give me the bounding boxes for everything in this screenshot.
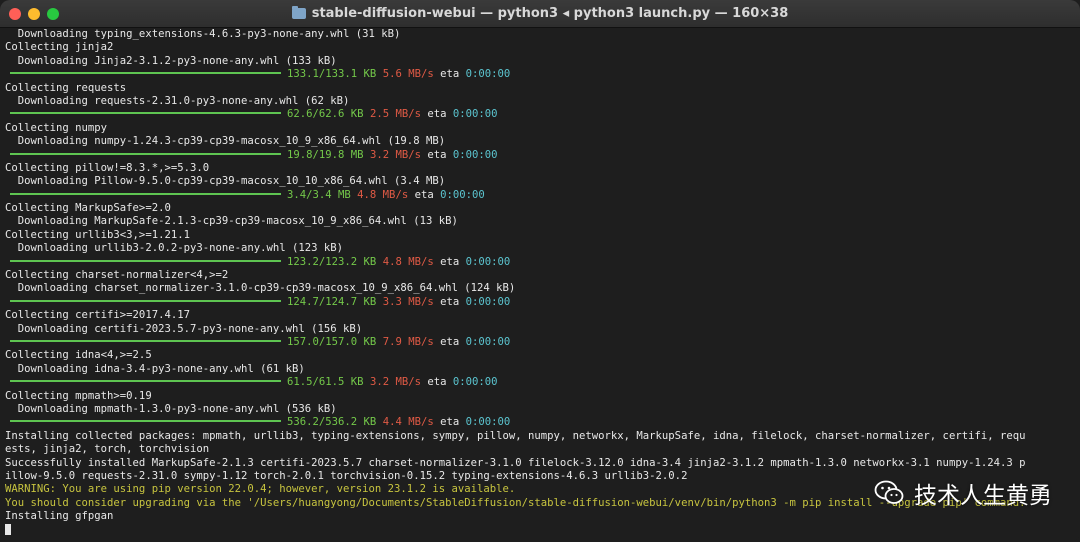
download-size: 133.1/133.1 KB [287,68,377,81]
progress-line: 157.0/157.0 KB 7.9 MB/s eta 0:00:00 [5,336,1075,349]
eta-value: 0:00:00 [440,188,485,201]
window-title-text: stable-diffusion-webui — python3 ◂ pytho… [311,6,789,21]
progress-bar [10,152,281,155]
eta-label: eta [440,68,460,81]
output-line: Downloading idna-3.4-py3-none-any.whl (6… [5,362,305,375]
download-speed: 7.9 MB/s [382,335,434,348]
download-speed: 4.8 MB/s [382,255,434,268]
folder-icon [291,6,306,19]
download-size: 62.6/62.6 KB [287,108,364,121]
progress-bar [10,339,281,342]
watermark: 技术人生黄勇 [874,476,1052,510]
output-line: Downloading Jinja2-3.1.2-py3-none-any.wh… [5,54,337,67]
progress-line: 19.8/19.8 MB 3.2 MB/s eta 0:00:00 [5,149,1075,162]
eta-label: eta [440,416,460,429]
download-speed: 4.8 MB/s [357,188,409,201]
progress-bar [10,299,281,302]
output-line: Downloading urllib3-2.0.2-py3-none-any.w… [5,242,344,255]
output-line: Downloading certifi-2023.5.7-py3-none-an… [5,322,363,335]
progress-line: 133.1/133.1 KB 5.6 MB/s eta 0:00:00 [5,68,1075,81]
progress-bar [10,72,281,75]
progress-line: 123.2/123.2 KB 4.8 MB/s eta 0:00:00 [5,256,1075,269]
output-line: Successfully installed MarkupSafe-2.1.3 … [5,456,1026,469]
eta-label: eta [440,335,460,348]
eta-label: eta [440,255,460,268]
download-size: 157.0/157.0 KB [287,335,377,348]
output-line: Collecting idna<4,>=2.5 [5,349,152,362]
progress-line: 3.4/3.4 MB 4.8 MB/s eta 0:00:00 [5,189,1075,202]
output-line: Downloading typing_extensions-4.6.3-py3-… [5,28,401,40]
eta-label: eta [414,188,434,201]
download-speed: 5.6 MB/s [382,68,434,81]
output-line: Collecting numpy [5,121,108,134]
output-line: Installing collected packages: mpmath, u… [5,429,1026,442]
output-line: Collecting mpmath>=0.19 [5,389,152,402]
eta-value: 0:00:00 [465,295,511,308]
eta-value: 0:00:00 [452,376,498,389]
progress-line: 61.5/61.5 KB 3.2 MB/s eta 0:00:00 [5,376,1075,389]
download-size: 124.7/124.7 KB [287,295,377,308]
output-line: ests, jinja2, torch, torchvision [5,443,210,456]
eta-value: 0:00:00 [465,335,511,348]
watermark-text: 技术人生黄勇 [914,483,1052,509]
download-size: 19.8/19.8 MB [287,148,364,161]
output-line: Downloading mpmath-1.3.0-py3-none-any.wh… [5,402,337,415]
eta-label: eta [427,148,447,161]
progress-line: 124.7/124.7 KB 3.3 MB/s eta 0:00:00 [5,296,1075,309]
download-speed: 2.5 MB/s [369,108,421,121]
download-speed: 4.4 MB/s [382,416,434,429]
eta-value: 0:00:00 [465,68,511,81]
download-speed: 3.3 MB/s [382,295,434,308]
eta-value: 0:00:00 [452,148,498,161]
output-line: Downloading MarkupSafe-2.1.3-cp39-cp39-m… [5,215,458,228]
terminal-window: stable-diffusion-webui — python3 ◂ pytho… [0,0,1080,542]
output-line: Collecting requests [5,81,127,94]
title-bar: stable-diffusion-webui — python3 ◂ pytho… [0,0,1080,28]
eta-value: 0:00:00 [465,416,511,429]
eta-label: eta [440,295,460,308]
progress-bar [10,259,281,262]
download-size: 123.2/123.2 KB [287,255,377,268]
progress-bar [10,380,281,383]
eta-label: eta [427,108,447,121]
eta-label: eta [427,376,447,389]
download-speed: 3.2 MB/s [369,376,421,389]
output-line: Downloading requests-2.31.0-py3-none-any… [5,94,350,107]
output-line: Downloading charset_normalizer-3.1.0-cp3… [5,282,516,295]
output-line: Installing gfpgan [5,510,114,523]
window-title: stable-diffusion-webui — python3 ◂ pytho… [0,0,1080,27]
eta-value: 0:00:00 [452,108,498,121]
progress-line: 536.2/536.2 KB 4.4 MB/s eta 0:00:00 [5,416,1075,429]
terminal-output[interactable]: Downloading typing_extensions-4.6.3-py3-… [0,28,1080,542]
progress-bar [10,112,281,115]
output-line: Downloading Pillow-9.5.0-cp39-cp39-macos… [5,175,446,188]
output-line: Collecting pillow!=8.3.*,>=5.3.0 [5,161,210,174]
prompt-line [5,523,1075,536]
progress-bar [10,420,281,423]
download-size: 536.2/536.2 KB [287,416,377,429]
download-size: 3.4/3.4 MB [287,188,351,201]
wechat-icon [874,480,904,504]
progress-line: 62.6/62.6 KB 2.5 MB/s eta 0:00:00 [5,108,1075,121]
output-line: Downloading numpy-1.24.3-cp39-cp39-macos… [5,135,446,148]
terminal-cursor [5,523,11,535]
output-line: Collecting MarkupSafe>=2.0 [5,202,171,215]
output-line: Collecting urllib3<3,>=1.21.1 [5,228,190,241]
download-size: 61.5/61.5 KB [287,376,364,389]
output-line: Collecting certifi>=2017.4.17 [5,309,190,322]
output-line: Collecting jinja2 [5,41,114,54]
eta-value: 0:00:00 [465,255,511,268]
progress-bar [10,192,281,195]
download-speed: 3.2 MB/s [369,148,421,161]
output-line: Collecting charset-normalizer<4,>=2 [5,269,229,282]
